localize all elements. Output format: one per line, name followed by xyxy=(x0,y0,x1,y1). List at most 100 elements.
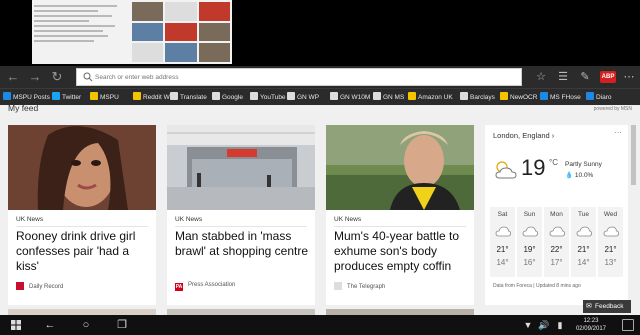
forecast-day[interactable]: Mon 22° 17° xyxy=(544,207,569,277)
favorite-site-icon xyxy=(90,92,98,100)
favorite-item[interactable]: Twitter xyxy=(52,92,81,103)
favorite-site-icon xyxy=(287,92,295,100)
address-input[interactable] xyxy=(95,69,515,85)
forecast-day[interactable]: Tue 21° 14° xyxy=(571,207,596,277)
battery-icon[interactable]: ▮ xyxy=(552,317,568,333)
favorite-item[interactable]: YouTube xyxy=(250,92,286,103)
favorite-site-icon xyxy=(133,92,141,100)
forecast-high: 22° xyxy=(550,245,563,254)
news-card-image xyxy=(8,125,156,210)
forecast-low: 14° xyxy=(496,258,509,267)
more-options-icon[interactable]: ⋯ xyxy=(614,128,622,137)
favorite-item[interactable]: Amazon UK xyxy=(408,92,453,103)
feedback-button[interactable]: ✉ Feedback xyxy=(583,300,631,313)
weather-location[interactable]: London, England › xyxy=(493,131,554,140)
hub-icon[interactable]: ☰ xyxy=(556,70,570,84)
news-card-headline[interactable]: Man stabbed in 'mass brawl' at shopping … xyxy=(175,229,311,259)
news-card-image xyxy=(167,125,315,210)
favorite-item[interactable]: Reddit WP xyxy=(133,92,174,103)
temperature-unit[interactable]: °C xyxy=(549,158,558,167)
scrollbar[interactable] xyxy=(631,125,636,185)
favorite-item[interactable]: Barclays xyxy=(460,92,495,103)
favorite-label: YouTube xyxy=(260,94,286,101)
favorite-label: NewOCR xyxy=(510,94,538,101)
news-card-category: UK News xyxy=(175,216,203,223)
news-card-headline[interactable]: Mum's 40-year battle to exhume son's bod… xyxy=(334,229,470,274)
forecast-day[interactable]: Sat 21° 14° xyxy=(490,207,515,277)
refresh-icon[interactable]: ↻ xyxy=(48,68,66,86)
forecast-day-name: Tue xyxy=(578,211,589,218)
forecast-low: 17° xyxy=(550,258,563,267)
news-card-source: PA Press Association xyxy=(175,282,235,291)
new-tab-content: My feed powered by MSN UK News Rooney dr… xyxy=(0,105,640,315)
feedback-icon: ✉ xyxy=(586,303,592,310)
favorite-item[interactable]: GN W10M xyxy=(330,92,370,103)
favorite-item[interactable]: GN WP xyxy=(287,92,319,103)
favorite-item[interactable]: MSPU xyxy=(90,92,119,103)
clock-time: 12:23 xyxy=(583,318,599,324)
news-card-source-name: The Telegraph xyxy=(347,284,386,290)
back-icon[interactable]: ← xyxy=(4,68,22,86)
favorite-item[interactable]: MS FHose xyxy=(540,92,581,103)
task-view-strip xyxy=(0,0,640,66)
weather-condition: Partly Sunny xyxy=(565,161,602,168)
forecast-day[interactable]: Sun 19° 16° xyxy=(517,207,542,277)
favorite-site-icon xyxy=(170,92,178,100)
back-arrow-icon[interactable]: ← xyxy=(42,317,58,333)
network-icon[interactable]: ▼ xyxy=(520,317,536,333)
favorite-label: Twitter xyxy=(62,94,82,101)
favorite-item[interactable]: MSPU Posts xyxy=(3,92,50,103)
favorite-item[interactable]: Diaro xyxy=(586,92,612,103)
favorites-star-icon[interactable]: ☆ xyxy=(534,70,548,84)
forecast-high: 21° xyxy=(577,245,590,254)
favorite-item[interactable]: NewOCR xyxy=(500,92,537,103)
favorite-label: MSPU xyxy=(100,94,119,101)
news-card-category: UK News xyxy=(16,216,44,223)
favorite-item[interactable]: GN MS xyxy=(373,92,404,103)
forecast-row: Sat 21° 14° Sun 19° 16° Mon 22° 17° Tue 21° 14° Wed 2… xyxy=(490,207,623,277)
news-card[interactable]: UK News Man stabbed in 'mass brawl' at s… xyxy=(167,125,315,305)
favorite-label: MS FHose xyxy=(550,94,581,101)
thumbnail-text-lines xyxy=(34,2,126,45)
adblock-plus-icon[interactable]: ABP xyxy=(600,71,616,83)
favorite-site-icon xyxy=(586,92,594,100)
partly-sunny-icon xyxy=(495,161,517,179)
weather-widget[interactable]: London, England › ⋯ 19 °C Partly Sunny 💧… xyxy=(485,125,628,305)
news-card-headline[interactable]: Rooney drink drive girl confesses pair '… xyxy=(16,229,152,274)
forecast-day-name: Mon xyxy=(550,211,563,218)
favorite-item[interactable]: Google xyxy=(212,92,243,103)
favorite-item[interactable]: Translate xyxy=(170,92,207,103)
favorite-label: GN W10M xyxy=(340,94,371,101)
news-card-source: Daily Record xyxy=(16,282,63,290)
action-center-icon[interactable] xyxy=(622,319,634,331)
start-icon[interactable] xyxy=(8,317,24,333)
favorite-site-icon xyxy=(330,92,338,100)
task-view-icon[interactable]: ❐ xyxy=(114,317,130,333)
news-card[interactable]: UK News Rooney drink drive girl confesse… xyxy=(8,125,156,305)
favorite-site-icon xyxy=(52,92,60,100)
cloudy-icon xyxy=(603,226,619,237)
volume-icon[interactable]: 🔊 xyxy=(536,317,552,333)
feed-title: My feed xyxy=(8,105,39,113)
favorite-site-icon xyxy=(212,92,220,100)
web-note-icon[interactable]: ✎ xyxy=(578,70,592,84)
forecast-day[interactable]: Wed 21° 13° xyxy=(598,207,623,277)
system-clock[interactable]: 12:23 02/09/2017 xyxy=(576,317,606,333)
search-circle-icon[interactable]: ○ xyxy=(78,317,94,333)
source-logo-icon: PA xyxy=(175,283,183,291)
address-bar[interactable] xyxy=(76,68,522,86)
news-card[interactable]: UK News Mum's 40-year battle to exhume s… xyxy=(326,125,474,305)
favorite-label: Amazon UK xyxy=(418,94,453,101)
window-thumbnail[interactable] xyxy=(32,0,232,64)
news-card-source-name: Press Association xyxy=(188,282,236,288)
forecast-low: 14° xyxy=(577,258,590,267)
more-icon[interactable]: ⋯ xyxy=(622,70,636,84)
divider xyxy=(175,226,307,227)
forecast-day-name: Wed xyxy=(603,211,618,218)
forward-icon[interactable]: → xyxy=(26,68,44,86)
cloudy-icon xyxy=(549,226,565,237)
favorite-site-icon xyxy=(408,92,416,100)
forecast-low: 16° xyxy=(523,258,536,267)
cloudy-icon xyxy=(522,226,538,237)
source-logo-icon xyxy=(334,282,342,290)
